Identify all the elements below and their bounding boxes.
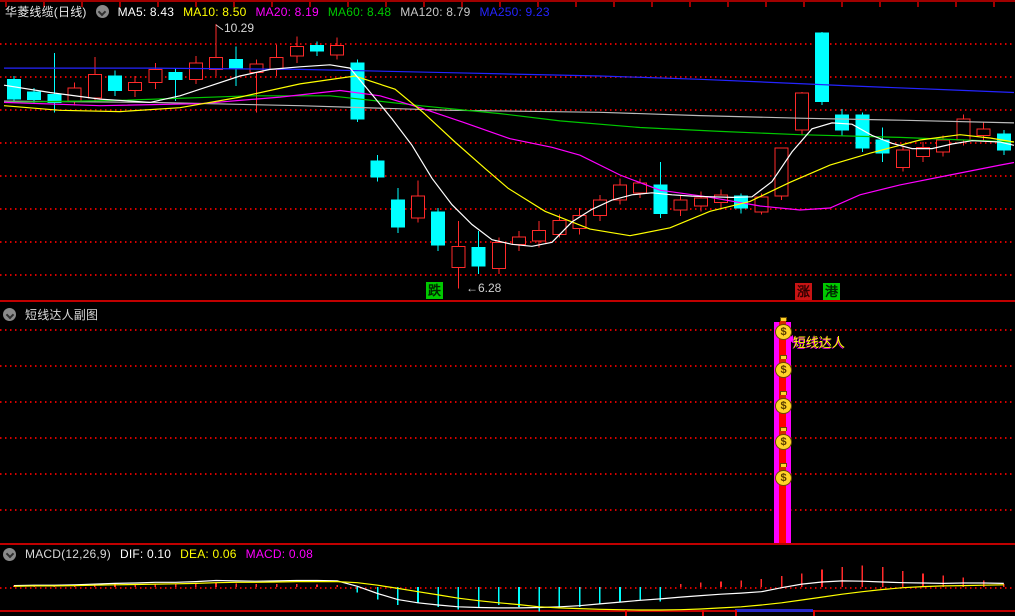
- trading-app-window: 华菱线缆(日线) MA5: 8.43 MA10: 8.50 MA20: 8.19…: [0, 0, 1015, 616]
- high-price-annotation: 10.29: [224, 21, 255, 35]
- axis-tick: [735, 610, 737, 616]
- money-bag-icon: $: [775, 391, 792, 414]
- hk-connect-badge: 港: [823, 283, 840, 300]
- ma10-label: MA10: 8.50: [183, 4, 247, 19]
- ma60-label: MA60: 8.48: [327, 4, 392, 19]
- low-price-annotation: ←6.28: [466, 281, 502, 295]
- signal-arrow-icon: [788, 335, 793, 343]
- sub-chart-title: 短线达人副图: [25, 308, 99, 322]
- limit-up-badge: 涨: [795, 283, 812, 300]
- ma5-label: MA5: 8.43: [117, 4, 175, 19]
- axis-tick: [625, 610, 627, 616]
- ma120-label: MA120: 8.79: [400, 4, 471, 19]
- money-bag-icon: $: [775, 463, 792, 486]
- main-chart-header: 华菱线缆(日线) MA5: 8.43 MA10: 8.50 MA20: 8.19…: [5, 3, 550, 20]
- ma20-label: MA20: 8.19: [255, 4, 319, 19]
- signal-text-label: 短线达人: [788, 332, 845, 351]
- dif-label: DIF: 0.10: [119, 547, 172, 561]
- macd-value-label: MACD: 0.08: [245, 547, 313, 561]
- chart-canvas[interactable]: [0, 0, 1015, 616]
- axis-tick: [813, 610, 815, 616]
- sub-chart-header: 短线达人副图: [3, 306, 98, 323]
- axis-tick: [702, 610, 704, 616]
- chevron-down-icon[interactable]: [3, 547, 16, 561]
- macd-title: MACD(12,26,9): [25, 547, 111, 561]
- macd-header: MACD(12,26,9) DIF: 0.10 DEA: 0.06 MACD: …: [3, 547, 313, 561]
- axis-selection-segment[interactable]: [735, 609, 813, 612]
- money-bag-icon: $: [775, 427, 792, 450]
- ma250-label: MA250: 9.23: [479, 4, 550, 19]
- chevron-down-icon[interactable]: [3, 308, 16, 321]
- stock-title: 华菱线缆(日线): [5, 5, 87, 19]
- limit-down-badge: 跌: [426, 282, 443, 299]
- dea-label: DEA: 0.06: [180, 547, 237, 561]
- chevron-down-icon[interactable]: [95, 5, 109, 18]
- money-bag-icon: $: [775, 355, 792, 378]
